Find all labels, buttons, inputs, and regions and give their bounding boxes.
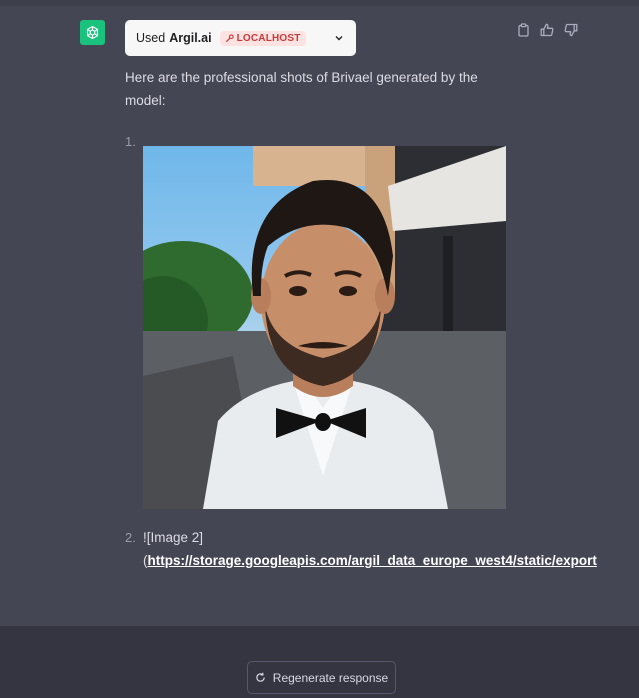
wrench-icon [225, 33, 234, 42]
localhost-badge: LOCALHOST [219, 30, 306, 46]
regenerate-response-label: Regenerate response [272, 670, 389, 685]
plugin-used-prefix: Used [136, 31, 166, 45]
message-actions [515, 22, 579, 38]
list-item-2: ![Image 2] (https://storage.googleapis.c… [143, 526, 597, 572]
thumbs-down-icon[interactable] [563, 22, 579, 38]
regenerate-response-button[interactable]: Regenerate response [247, 661, 396, 694]
list-number-2: 2. [125, 530, 136, 545]
localhost-badge-label: LOCALHOST [236, 32, 301, 44]
refresh-icon [256, 672, 265, 682]
plugin-used-dropdown[interactable]: Used Argil.ai LOCALHOST [125, 20, 356, 56]
response-intro-text: Here are the professional shots of Briva… [125, 70, 478, 108]
generated-portrait-image [143, 146, 506, 509]
image-2-link[interactable]: https://storage.googleapis.com/argil_dat… [148, 553, 597, 568]
top-divider [0, 0, 639, 6]
thumbs-up-icon[interactable] [539, 22, 555, 38]
plugin-name: Argil.ai [169, 31, 212, 45]
chevron-down-icon[interactable] [334, 32, 344, 46]
image-placeholder-text: ![Image 2] [143, 530, 204, 545]
assistant-avatar [80, 20, 105, 45]
clipboard-icon[interactable] [515, 22, 531, 38]
list-number-1: 1. [125, 134, 136, 149]
openai-logo-icon [86, 25, 99, 40]
